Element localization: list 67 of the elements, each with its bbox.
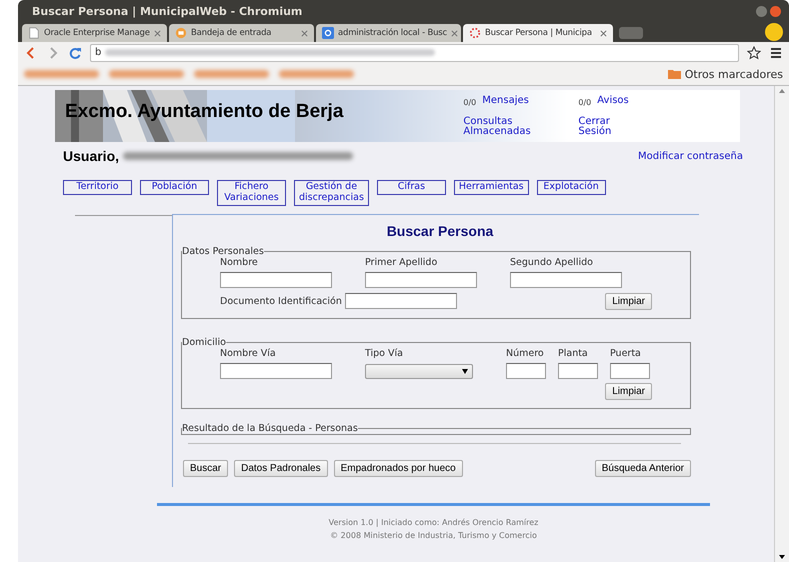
field-label: Planta	[558, 348, 589, 359]
text-field[interactable]	[506, 362, 546, 379]
group-legend: Resultado de la Búsqueda - Personas	[182, 422, 358, 434]
browser-tab[interactable]: Buscar Persona | Municipa	[463, 24, 613, 42]
window-title: Buscar Persona | MunicipalWeb - Chromium	[32, 4, 302, 18]
envelope-icon	[175, 27, 187, 39]
text-field[interactable]	[220, 362, 332, 379]
header-link[interactable]: Cerrar Sesión	[578, 116, 688, 142]
header-link[interactable]: 0/0 Avisos	[578, 96, 688, 111]
nav-button[interactable]: Población	[140, 180, 209, 195]
clear-button[interactable]: Limpiar	[605, 292, 652, 310]
close-tab-icon[interactable]	[450, 30, 458, 36]
text-field[interactable]	[344, 293, 457, 310]
close-tab-icon[interactable]	[301, 30, 308, 36]
footer-text: Version 1.0 | Iniciado como: Andrés Orencio Ramírez	[328, 516, 540, 529]
group-legend: Domicilio	[182, 336, 226, 348]
field-label: Número	[506, 348, 545, 359]
folder-icon	[668, 69, 681, 79]
nav-button[interactable]: Explotación	[536, 180, 606, 195]
change-password-link[interactable]: Modificar contraseña	[638, 150, 743, 162]
address-bar[interactable]: b	[90, 44, 739, 62]
field-label: Nombre Vía	[220, 348, 277, 359]
search-engine-icon	[322, 27, 334, 39]
footer-text: © 2008 Ministerio de Industria, Turismo y Comercio	[329, 530, 538, 542]
field-label: Puerta	[610, 348, 642, 359]
other-bookmarks[interactable]: Otros marcadores	[668, 68, 783, 80]
page-icon	[28, 27, 40, 39]
browser-tab[interactable]: Oracle Enterprise Manage	[22, 24, 167, 42]
nav-button[interactable]: Fichero Variaciones	[217, 180, 286, 206]
close-button[interactable]	[770, 6, 781, 16]
close-tab-icon[interactable]	[600, 30, 607, 36]
field-label: Tipo Vía	[365, 348, 404, 359]
text-field[interactable]	[365, 272, 477, 288]
form-title: Buscar Persona	[386, 222, 494, 239]
nav-button[interactable]: Herramientas	[454, 180, 529, 195]
new-tab-button[interactable]	[619, 27, 643, 39]
menu-icon[interactable]	[769, 46, 783, 60]
minimize-button[interactable]	[756, 6, 767, 16]
nav-button[interactable]: Gestión de discrepancias	[294, 180, 369, 206]
text-field[interactable]	[558, 362, 598, 379]
nav-button[interactable]: Territorio	[63, 180, 132, 195]
loading-spinner-icon	[469, 27, 481, 39]
text-field[interactable]	[510, 272, 622, 288]
smiley-avatar-icon[interactable]	[765, 23, 783, 41]
dropdown[interactable]	[365, 364, 473, 379]
field-label: Nombre	[220, 256, 259, 268]
header-link[interactable]: Consultas Almacenadas	[463, 116, 578, 142]
browser-tab[interactable]: administración local - Busc	[316, 24, 461, 42]
close-tab-icon[interactable]	[154, 30, 161, 36]
browser-tab[interactable]: Bandeja de entrada	[169, 24, 314, 42]
previous-search-button[interactable]: Búsqueda Anterior	[594, 460, 691, 477]
caret-icon	[462, 368, 468, 374]
text-field[interactable]	[220, 272, 332, 288]
user-label: Usuario,	[63, 148, 120, 164]
star-icon[interactable]	[747, 46, 761, 60]
reload-icon[interactable]	[68, 46, 82, 60]
action-button[interactable]: Empadronados por hueco	[334, 460, 463, 477]
clear-button[interactable]: Limpiar	[605, 382, 652, 400]
action-button[interactable]: Buscar	[183, 460, 228, 477]
group-legend: Datos Personales	[182, 246, 264, 257]
field-label: Primer Apellido	[365, 256, 438, 268]
nav-button[interactable]: Cifras	[376, 180, 446, 195]
field-label: Segundo Apellido	[510, 256, 594, 268]
field-label: Documento Identificación	[220, 296, 342, 307]
text-field[interactable]	[610, 362, 650, 379]
header-link[interactable]: 0/0 Mensajes	[463, 96, 578, 111]
action-button[interactable]: Datos Padronales	[234, 460, 328, 477]
